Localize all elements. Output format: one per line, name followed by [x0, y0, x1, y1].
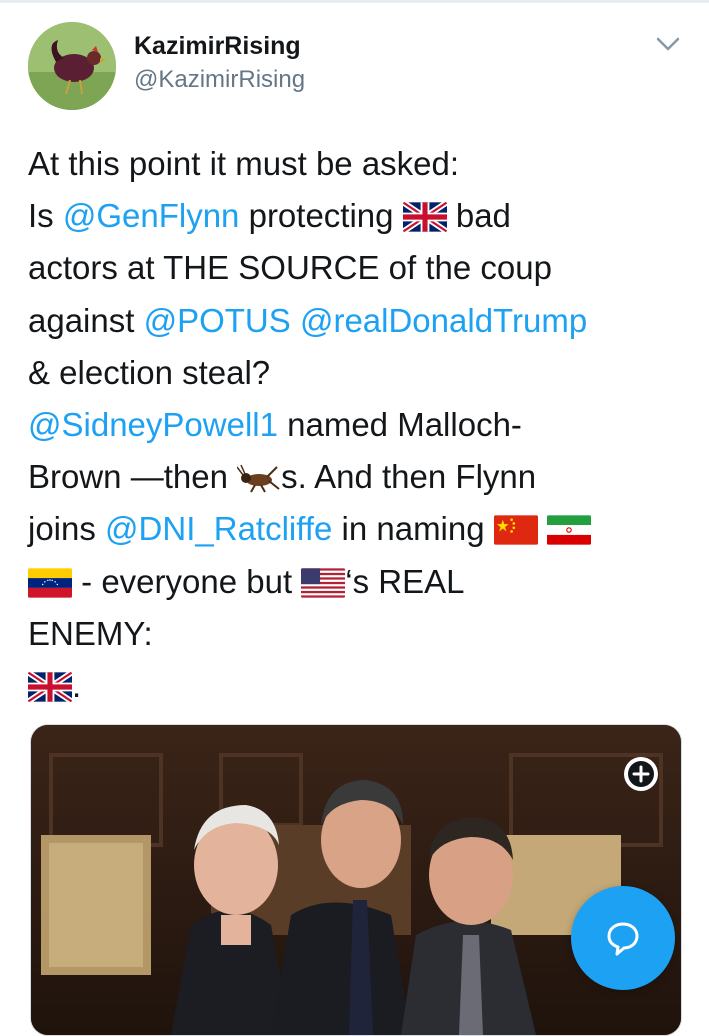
display-name[interactable]: KazimirRising	[134, 32, 301, 61]
text-line: ENEMY:	[28, 614, 153, 652]
avatar[interactable]	[28, 22, 116, 110]
chevron-down-icon[interactable]	[655, 34, 681, 54]
tweet-media-photo[interactable]	[30, 724, 682, 1036]
mention-link[interactable]: @realDonaldTrump	[300, 302, 587, 339]
reply-bubble-icon	[607, 922, 639, 956]
text-segment: s. And then Flynn	[281, 458, 537, 496]
compose-reply-button[interactable]	[571, 886, 675, 990]
text-segment: against	[28, 301, 144, 339]
text-segment: Is	[28, 197, 63, 235]
text-line: At this point it must be asked:	[28, 145, 460, 182]
top-divider	[0, 0, 709, 3]
text-segment: - everyone but	[72, 562, 302, 600]
iran-flag-icon	[546, 515, 591, 545]
mention-link[interactable]: @GenFlynn	[63, 197, 240, 234]
us-flag-icon	[301, 567, 346, 598]
uk-flag-icon	[28, 671, 72, 702]
text-segment: .	[72, 666, 82, 704]
text-segment: in naming	[332, 510, 494, 548]
mention-link[interactable]: @POTUS	[144, 302, 291, 339]
text-segment: ‘s REAL	[345, 562, 465, 600]
text-segment: Brown —then	[28, 458, 238, 496]
text-segment: joins	[28, 510, 106, 548]
tweet-text: At this point it must be asked: Is @GenF…	[28, 138, 698, 712]
text-line: actors at THE SOURCE of the coup	[28, 249, 552, 287]
mention-link[interactable]: @DNI_Ratcliffe	[105, 510, 332, 547]
uk-flag-icon	[402, 202, 447, 233]
text-segment: bad	[446, 197, 511, 235]
user-handle[interactable]: @KazimirRising	[134, 66, 305, 94]
text-segment: protecting	[239, 197, 403, 235]
text-line: & election steal?	[28, 353, 271, 391]
mention-link[interactable]: @SidneyPowell1	[28, 406, 278, 443]
cricket-icon	[236, 456, 281, 493]
text-segment: named Malloch-	[277, 405, 522, 443]
text-segment	[291, 302, 300, 339]
plus-circle-icon[interactable]	[622, 755, 660, 793]
china-flag-icon	[493, 515, 538, 545]
venezuela-flag-icon	[28, 567, 72, 598]
